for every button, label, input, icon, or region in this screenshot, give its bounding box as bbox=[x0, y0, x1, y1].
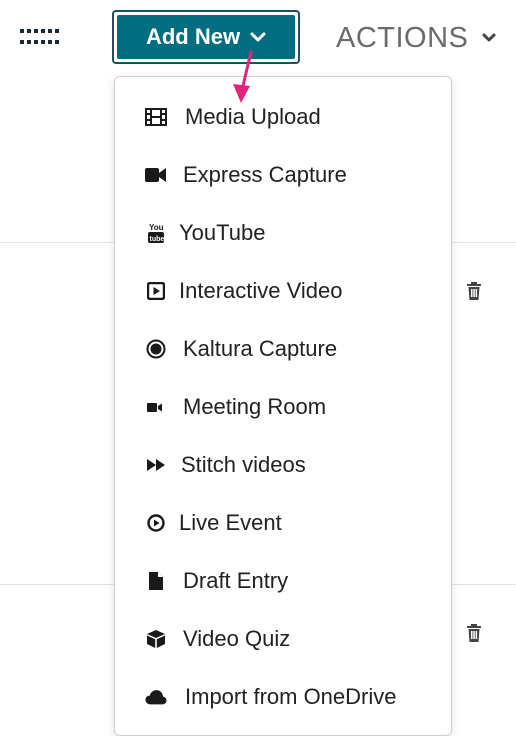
record-icon bbox=[145, 338, 167, 360]
menu-item-import-onedrive[interactable]: Import from OneDrive bbox=[115, 675, 451, 719]
svg-text:tube: tube bbox=[150, 236, 165, 243]
menu-item-stitch-videos[interactable]: Stitch videos bbox=[115, 443, 451, 487]
menu-item-label: Interactive Video bbox=[179, 278, 343, 303]
menu-item-label: Video Quiz bbox=[183, 626, 291, 651]
small-camera-icon bbox=[145, 396, 167, 418]
menu-item-label: YouTube bbox=[179, 220, 266, 245]
menu-item-meeting-room[interactable]: Meeting Room bbox=[115, 385, 451, 429]
trash-icon[interactable] bbox=[466, 282, 482, 300]
actions-label: ACTIONS bbox=[336, 21, 469, 54]
menu-item-label: Meeting Room bbox=[183, 394, 327, 419]
play-circle-icon bbox=[145, 512, 167, 534]
menu-item-youtube[interactable]: You tube YouTube bbox=[115, 211, 451, 255]
add-new-button[interactable]: Add New bbox=[112, 10, 300, 64]
cloud-icon bbox=[145, 686, 167, 708]
play-square-icon bbox=[145, 280, 167, 302]
menu-item-label: Stitch videos bbox=[181, 452, 306, 477]
chevron-down-icon bbox=[482, 33, 496, 42]
youtube-icon: You tube bbox=[145, 222, 167, 244]
menu-item-live-event[interactable]: Live Event bbox=[115, 501, 451, 545]
menu-item-media-upload[interactable]: Media Upload bbox=[115, 95, 451, 139]
svg-text:You: You bbox=[149, 223, 164, 232]
menu-item-express-capture[interactable]: Express Capture bbox=[115, 153, 451, 197]
grid-view-icon[interactable] bbox=[18, 26, 62, 48]
menu-item-label: Draft Entry bbox=[183, 568, 289, 593]
actions-dropdown[interactable]: ACTIONS bbox=[336, 20, 496, 56]
menu-item-label: Live Event bbox=[179, 510, 282, 535]
menu-item-label: Express Capture bbox=[183, 162, 347, 187]
add-new-menu: Media Upload Express Capture You tube Yo… bbox=[114, 76, 452, 736]
menu-item-label: Kaltura Capture bbox=[183, 336, 338, 361]
menu-item-interactive-video[interactable]: Interactive Video bbox=[115, 269, 451, 313]
cube-icon bbox=[145, 628, 167, 650]
pointer-arrow bbox=[233, 50, 253, 103]
menu-item-label: Import from OneDrive bbox=[185, 684, 397, 709]
chevron-down-icon bbox=[250, 32, 266, 42]
video-camera-icon bbox=[145, 164, 167, 186]
menu-item-draft-entry[interactable]: Draft Entry bbox=[115, 559, 451, 603]
file-icon bbox=[145, 570, 167, 592]
add-new-label: Add New bbox=[145, 24, 241, 49]
menu-item-video-quiz[interactable]: Video Quiz bbox=[115, 617, 451, 661]
film-icon bbox=[145, 106, 167, 128]
menu-item-label: Media Upload bbox=[185, 104, 321, 129]
trash-icon[interactable] bbox=[466, 624, 482, 642]
menu-item-kaltura-capture[interactable]: Kaltura Capture bbox=[115, 327, 451, 371]
add-new-button-body[interactable]: Add New bbox=[117, 15, 295, 59]
fast-forward-icon bbox=[145, 454, 167, 476]
